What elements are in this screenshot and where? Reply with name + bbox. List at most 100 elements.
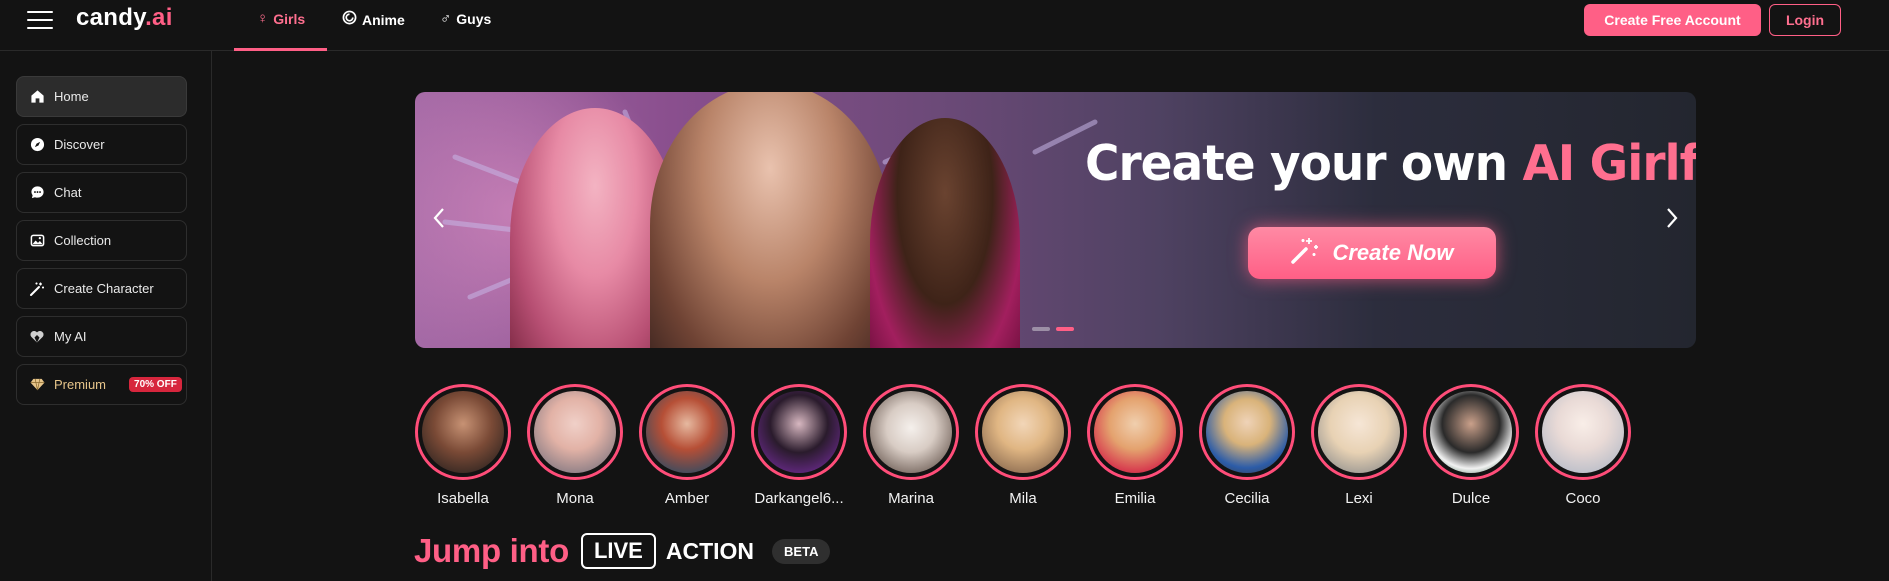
sidebar: Home Discover Chat Collection Create Cha…: [0, 51, 212, 581]
character-story-darkangel[interactable]: Darkangel6...: [751, 384, 847, 507]
headline-white: Create your own: [1085, 134, 1523, 193]
carousel-pagination: [1032, 327, 1074, 331]
avatar-ring: [527, 384, 623, 480]
avatar-ring: [751, 384, 847, 480]
character-name: Cecilia: [1224, 490, 1270, 507]
character-story-mona[interactable]: Mona: [527, 384, 623, 507]
beta-badge: BETA: [772, 538, 831, 564]
sidebar-item-collection[interactable]: Collection: [16, 220, 187, 261]
character-story-mila[interactable]: Mila: [975, 384, 1071, 507]
gallery-icon: [29, 233, 45, 249]
avatar: [1206, 391, 1288, 473]
home-icon: [29, 89, 45, 105]
avatar-ring: [1535, 384, 1631, 480]
sidebar-item-label: Discover: [54, 137, 105, 152]
character-illustration-center: [650, 92, 890, 348]
discount-badge: 70% OFF: [129, 377, 182, 392]
carousel-dot-active[interactable]: [1056, 327, 1074, 331]
hero-banner[interactable]: Create your own AI Girlfriend Create Now: [415, 92, 1696, 348]
action-label: ACTION: [665, 537, 755, 564]
avatar-ring: [1199, 384, 1295, 480]
character-story-emilia[interactable]: Emilia: [1087, 384, 1183, 507]
avatar: [1094, 391, 1176, 473]
avatar: [1318, 391, 1400, 473]
active-tab-indicator: [234, 48, 327, 51]
tab-anime[interactable]: Anime: [342, 10, 405, 29]
logo-ai: .ai: [145, 4, 173, 31]
character-story-isabella[interactable]: Isabella: [415, 384, 511, 507]
avatar-ring: [1423, 384, 1519, 480]
character-name: Emilia: [1114, 490, 1156, 507]
character-name: Coco: [1565, 490, 1601, 507]
sidebar-item-my-ai[interactable]: My AI: [16, 316, 187, 357]
character-name: Mona: [556, 490, 594, 507]
sidebar-item-discover[interactable]: Discover: [16, 124, 187, 165]
avatar: [1542, 391, 1624, 473]
character-name: Mila: [1009, 490, 1037, 507]
avatar: [422, 391, 504, 473]
character-name: Dulce: [1451, 490, 1491, 507]
sidebar-item-premium[interactable]: Premium 70% OFF: [16, 364, 187, 405]
login-button[interactable]: Login: [1769, 4, 1841, 36]
avatar: [758, 391, 840, 473]
character-name: Marina: [888, 490, 934, 507]
heart-hands-icon: [29, 329, 45, 345]
character-name: Darkangel6...: [754, 490, 844, 507]
sidebar-item-home[interactable]: Home: [16, 76, 187, 117]
sidebar-item-label: Home: [54, 89, 89, 104]
avatar-ring: [639, 384, 735, 480]
tab-guys-label: Guys: [456, 10, 492, 27]
avatar-ring: [415, 384, 511, 480]
character-story-cecilia[interactable]: Cecilia: [1199, 384, 1295, 507]
sidebar-item-label: My AI: [54, 329, 87, 344]
anime-swirl-icon: [342, 10, 357, 29]
avatar: [646, 391, 728, 473]
avatar-ring: [1087, 384, 1183, 480]
tab-girls[interactable]: ♀ Girls: [257, 10, 305, 27]
character-story-coco[interactable]: Coco: [1535, 384, 1631, 507]
character-story-amber[interactable]: Amber: [639, 384, 735, 507]
diamond-icon: [29, 377, 45, 393]
avatar: [1430, 391, 1512, 473]
sidebar-item-create-character[interactable]: Create Character: [16, 268, 187, 309]
avatar-ring: [975, 384, 1071, 480]
female-symbol-icon: ♀: [257, 10, 269, 27]
headline-pink: AI Girlfriend: [1522, 134, 1696, 193]
character-story-lexi[interactable]: Lexi: [1311, 384, 1407, 507]
character-story-marina[interactable]: Marina: [863, 384, 959, 507]
avatar: [534, 391, 616, 473]
avatar-ring: [1311, 384, 1407, 480]
live-label: LIVE: [580, 533, 656, 569]
character-name: Amber: [664, 490, 710, 507]
carousel-next-button[interactable]: [1660, 206, 1684, 230]
tab-girls-label: Girls: [273, 10, 306, 27]
magic-wand-icon: [1290, 236, 1320, 270]
male-symbol-icon: ♂: [440, 10, 452, 27]
banner-headline: Create your own AI Girlfriend: [1085, 135, 1696, 193]
character-name: Lexi: [1345, 490, 1373, 507]
avatar: [982, 391, 1064, 473]
character-name: Isabella: [437, 490, 489, 507]
create-free-account-button[interactable]: Create Free Account: [1584, 4, 1761, 36]
chat-bubble-icon: [29, 185, 45, 201]
logo[interactable]: candy.ai: [76, 4, 173, 32]
avatar: [870, 391, 952, 473]
carousel-prev-button[interactable]: [427, 206, 451, 230]
sidebar-item-label: Collection: [54, 233, 112, 248]
menu-icon[interactable]: [27, 11, 53, 29]
sidebar-item-label: Create Character: [54, 281, 154, 296]
create-now-button[interactable]: Create Now: [1248, 227, 1496, 279]
tab-anime-label: Anime: [362, 11, 405, 28]
top-header: candy.ai ♀ Girls Anime ♂ Guys Create Fre…: [0, 0, 1889, 51]
sidebar-item-label: Chat: [54, 185, 82, 200]
carousel-dot[interactable]: [1032, 327, 1050, 331]
character-story-dulce[interactable]: Dulce: [1423, 384, 1519, 507]
magic-wand-icon: [29, 281, 45, 297]
tab-guys[interactable]: ♂ Guys: [440, 10, 491, 27]
avatar-ring: [863, 384, 959, 480]
jump-into-section-header: Jump into LIVE ACTION BETA: [414, 532, 831, 570]
sidebar-item-chat[interactable]: Chat: [16, 172, 187, 213]
compass-icon: [29, 137, 45, 153]
sidebar-item-label: Premium: [54, 377, 107, 392]
section-title: Jump into: [414, 532, 569, 569]
